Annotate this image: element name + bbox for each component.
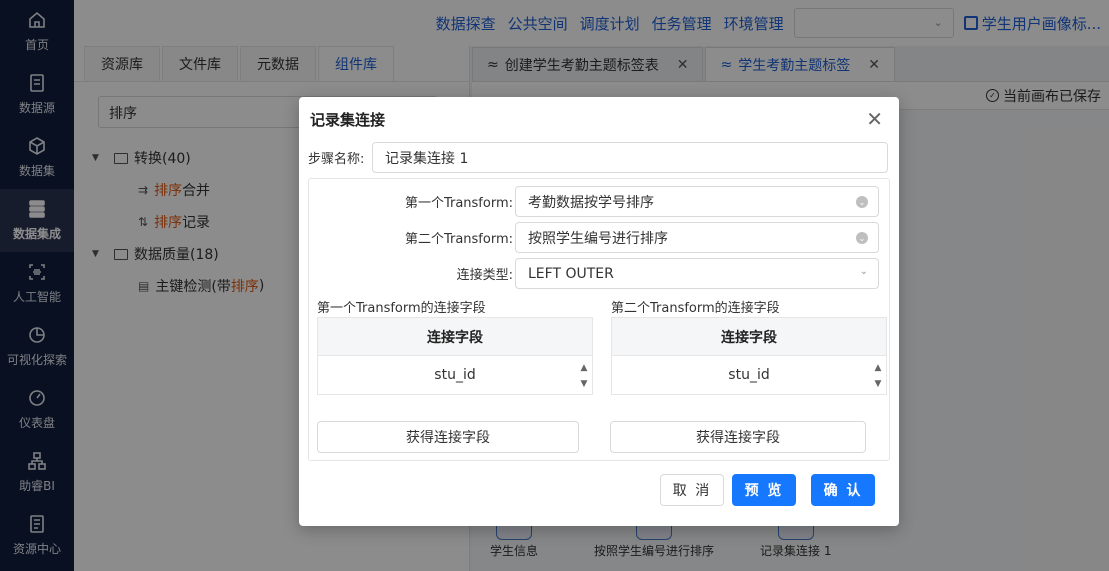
- table-header: 连接字段: [612, 318, 886, 356]
- join-type-row: 连接类型: LEFT OUTER ⌄: [309, 258, 879, 289]
- get-second-fields-button[interactable]: 获得连接字段: [610, 421, 866, 453]
- first-fields-title: 第一个Transform的连接字段: [317, 301, 486, 316]
- second-join-fields-table: 连接字段 stu_id ▲ ▼: [611, 317, 887, 395]
- scroll-arrows-icon[interactable]: ▲ ▼: [578, 360, 590, 392]
- record-join-dialog: 记录集连接 ✕ 步骤名称: 记录集连接 1 第一个Transform: 考勤数据…: [299, 97, 899, 526]
- step-name-label: 步骤名称:: [308, 152, 365, 167]
- second-transform-row: 第二个Transform: 按照学生编号进行排序 ⌄: [309, 222, 879, 253]
- preview-button[interactable]: 预 览: [732, 474, 796, 506]
- confirm-button[interactable]: 确 认: [811, 474, 875, 506]
- get-first-fields-button[interactable]: 获得连接字段: [317, 421, 579, 453]
- chevron-down-icon: ⌄: [856, 232, 868, 244]
- step-name-row: 步骤名称: 记录集连接 1: [308, 142, 888, 173]
- scroll-arrows-icon[interactable]: ▲ ▼: [872, 360, 884, 392]
- second-transform-select[interactable]: 按照学生编号进行排序 ⌄: [515, 222, 879, 253]
- join-config-box: 第一个Transform: 考勤数据按学号排序 ⌄ 第二个Transform: …: [308, 178, 890, 461]
- close-icon[interactable]: ✕: [866, 109, 883, 129]
- first-transform-label: 第一个Transform:: [404, 196, 513, 211]
- join-type-select[interactable]: LEFT OUTER ⌄: [515, 258, 879, 289]
- step-name-input[interactable]: 记录集连接 1: [372, 142, 888, 173]
- table-row[interactable]: stu_id: [318, 356, 592, 394]
- chevron-down-icon: ⌄: [856, 196, 868, 208]
- dialog-title: 记录集连接: [310, 111, 386, 129]
- second-transform-label: 第二个Transform:: [404, 232, 513, 247]
- second-fields-title: 第二个Transform的连接字段: [611, 301, 780, 316]
- table-row[interactable]: stu_id: [612, 356, 886, 394]
- first-transform-row: 第一个Transform: 考勤数据按学号排序 ⌄: [309, 186, 879, 217]
- table-header: 连接字段: [318, 318, 592, 356]
- chevron-down-icon: ⌄: [859, 266, 868, 277]
- join-type-label: 连接类型:: [456, 268, 513, 283]
- first-join-fields-table: 连接字段 stu_id ▲ ▼: [317, 317, 593, 395]
- first-transform-select[interactable]: 考勤数据按学号排序 ⌄: [515, 186, 879, 217]
- cancel-button[interactable]: 取 消: [660, 474, 724, 506]
